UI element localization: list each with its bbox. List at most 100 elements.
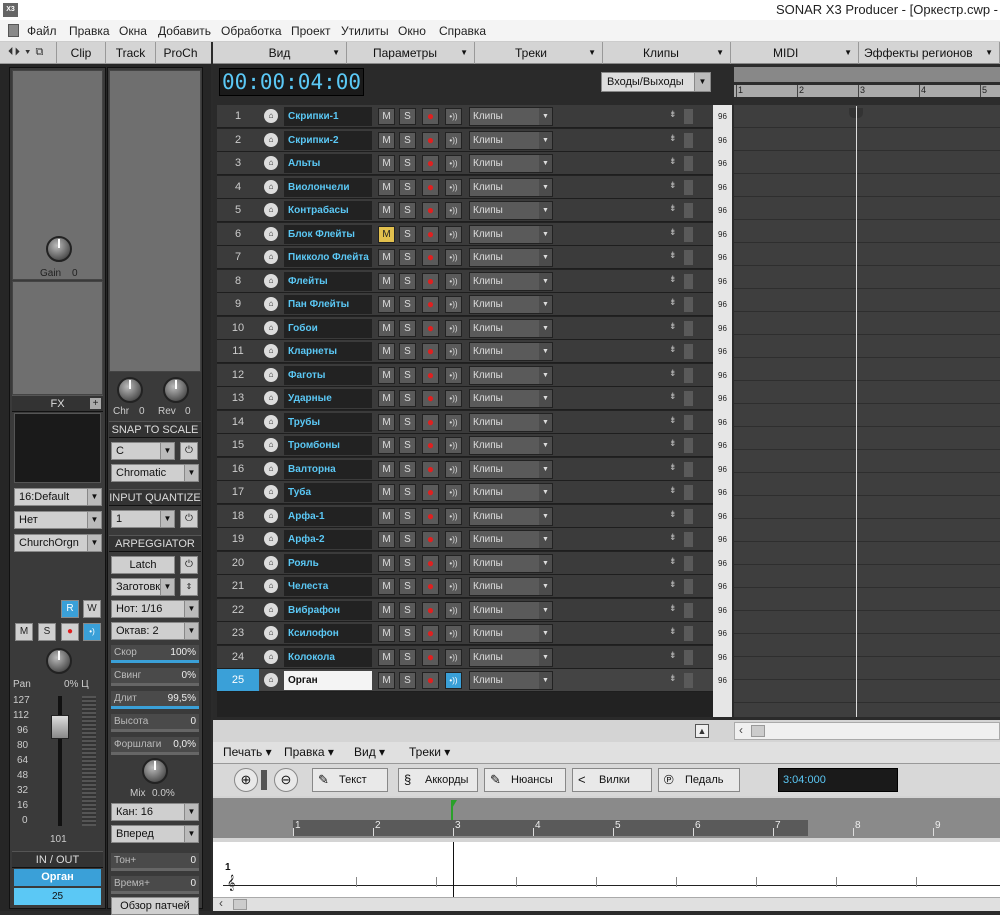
clip-grid[interactable]: [734, 105, 1000, 717]
track-row[interactable]: 17 ⌂ Туба M S ● •)) Клипы ▼ ⇟: [217, 481, 713, 504]
track-number[interactable]: 6: [217, 223, 259, 245]
score-staff[interactable]: 1 𝄞: [213, 842, 1000, 897]
record-arm-icon[interactable]: ●: [422, 155, 439, 172]
input-echo-icon[interactable]: •)): [445, 531, 462, 548]
solo-button[interactable]: S: [399, 296, 416, 313]
menu-midi[interactable]: MIDI ▼: [731, 42, 859, 64]
solo-button[interactable]: S: [399, 225, 416, 243]
record-arm-icon[interactable]: ●: [422, 249, 439, 266]
clip-type-select[interactable]: Клипы ▼: [469, 483, 553, 502]
input-echo-icon[interactable]: •)): [445, 131, 462, 149]
track-number[interactable]: 13: [217, 387, 259, 409]
track-number[interactable]: 7: [217, 246, 259, 268]
record-arm-icon[interactable]: ●: [422, 507, 439, 525]
clip-type-select[interactable]: Клипы ▼: [469, 130, 553, 150]
arp-power-icon[interactable]: ⏻: [180, 556, 198, 574]
menu-staff-view[interactable]: Вид ▾: [354, 745, 385, 759]
track-number[interactable]: 22: [217, 599, 259, 621]
menu-project[interactable]: Проект: [291, 24, 331, 38]
tab-proch[interactable]: ProCh: [155, 42, 205, 64]
record-arm-icon[interactable]: ●: [422, 343, 439, 360]
menu-options[interactable]: Параметры ▼: [347, 42, 475, 64]
expand-arrow-icon[interactable]: ⇟: [669, 556, 677, 567]
expand-arrow-icon[interactable]: ⇟: [669, 485, 677, 496]
track-name[interactable]: Скрипки-1: [284, 107, 372, 126]
menu-window[interactable]: Окно: [398, 24, 426, 38]
mute-button[interactable]: M: [15, 623, 33, 641]
track-name[interactable]: Альты: [284, 154, 372, 173]
solo-button[interactable]: S: [399, 460, 416, 478]
expand-arrow-icon[interactable]: ⇟: [669, 321, 677, 332]
track-name[interactable]: Арфа-1: [284, 506, 372, 526]
clip-type-select[interactable]: Клипы ▼: [469, 647, 553, 667]
record-arm-icon[interactable]: ●: [422, 319, 439, 337]
track-number[interactable]: 11: [217, 340, 259, 362]
track-row[interactable]: 13 ⌂ Ударные M S ● •)) Клипы ▼ ⇟: [217, 387, 713, 410]
menu-clips[interactable]: Клипы ▼: [603, 42, 731, 64]
time-display[interactable]: 00:00:04:00: [219, 68, 364, 96]
fx-bin[interactable]: [14, 413, 101, 483]
mute-button[interactable]: M: [378, 272, 395, 290]
input-echo-icon[interactable]: •)): [445, 390, 462, 407]
instrument-select[interactable]: ChurchOrgn ▼: [14, 534, 102, 552]
solo-button[interactable]: S: [399, 578, 416, 595]
mute-button[interactable]: M: [378, 413, 395, 431]
input-echo-icon[interactable]: •)): [445, 648, 462, 666]
expand-arrow-icon[interactable]: ⇟: [669, 509, 677, 520]
track-name[interactable]: Пан Флейты: [284, 295, 372, 314]
mix-knob[interactable]: [142, 758, 168, 784]
track-row[interactable]: 1 ⌂ Скрипки-1 M S ● •)) Клипы ▼ ⇟: [217, 105, 713, 128]
param-tone[interactable]: Тон+ 0: [111, 853, 199, 871]
input-echo-icon[interactable]: •)): [445, 155, 462, 172]
io-dropdown[interactable]: Входы/Выходы ▼: [601, 72, 711, 92]
input-echo-icon[interactable]: •)): [445, 319, 462, 337]
solo-button[interactable]: S: [399, 437, 416, 454]
expand-arrow-icon[interactable]: ⇟: [669, 344, 677, 355]
track-number[interactable]: 21: [217, 575, 259, 597]
track-name[interactable]: Валторна: [284, 459, 372, 479]
track-name[interactable]: Трубы: [284, 412, 372, 432]
track-name[interactable]: Тромбоны: [284, 436, 372, 455]
solo-button[interactable]: S: [399, 531, 416, 548]
timeline-ruler[interactable]: 1 2 3 4 5: [734, 64, 1000, 105]
clip-type-select[interactable]: Клипы ▼: [469, 624, 553, 643]
track-name[interactable]: Блок Флейты: [284, 224, 372, 244]
track-row[interactable]: 3 ⌂ Альты M S ● •)) Клипы ▼ ⇟: [217, 152, 713, 175]
solo-button[interactable]: S: [399, 108, 416, 125]
track-row[interactable]: 24 ⌂ Колокола M S ● •)) Клипы ▼ ⇟: [217, 645, 713, 669]
solo-button[interactable]: S: [399, 272, 416, 290]
menu-process[interactable]: Обработка: [221, 24, 282, 38]
track-row[interactable]: 5 ⌂ Контрабасы M S ● •)) Клипы ▼ ⇟: [217, 199, 713, 222]
record-arm-icon[interactable]: ●: [422, 272, 439, 290]
track-name[interactable]: Флейты: [284, 271, 372, 291]
track-number[interactable]: 1: [217, 105, 259, 127]
input-echo-icon[interactable]: •): [83, 623, 101, 641]
menu-tracks[interactable]: Треки ▼: [475, 42, 603, 64]
write-automation-button[interactable]: W: [83, 600, 101, 618]
mute-button[interactable]: M: [378, 108, 395, 125]
solo-button[interactable]: S: [399, 648, 416, 666]
input-echo-icon[interactable]: •)): [445, 178, 462, 196]
track-number[interactable]: 17: [217, 481, 259, 503]
mute-button[interactable]: M: [378, 531, 395, 548]
record-arm-icon[interactable]: ●: [422, 178, 439, 196]
mute-button[interactable]: M: [378, 507, 395, 525]
clip-type-select[interactable]: Клипы ▼: [469, 295, 553, 314]
horizontal-scrollbar[interactable]: ‹: [734, 722, 1000, 740]
record-arm-icon[interactable]: ●: [422, 625, 439, 642]
track-row[interactable]: 10 ⌂ Гобои M S ● •)) Клипы ▼ ⇟: [217, 316, 713, 340]
param-pitch[interactable]: Высота 0: [111, 714, 199, 732]
record-arm-icon[interactable]: ●: [422, 366, 439, 384]
zoom-slider[interactable]: [261, 770, 267, 790]
param-grace-notes[interactable]: Форшлаги 0,0%: [111, 737, 199, 755]
record-arm-icon[interactable]: ●: [422, 202, 439, 219]
staff-scrollbar[interactable]: ‹: [213, 896, 1000, 911]
solo-button[interactable]: S: [399, 554, 416, 572]
track-number[interactable]: 2: [217, 129, 259, 151]
clip-type-select[interactable]: Клипы ▼: [469, 107, 553, 126]
menu-utilities[interactable]: Утилиты: [341, 24, 389, 38]
expand-arrow-icon[interactable]: ⇟: [669, 250, 677, 261]
track-number[interactable]: 18: [217, 505, 259, 527]
track-number[interactable]: 15: [217, 434, 259, 456]
clip-type-select[interactable]: Клипы ▼: [469, 365, 553, 385]
